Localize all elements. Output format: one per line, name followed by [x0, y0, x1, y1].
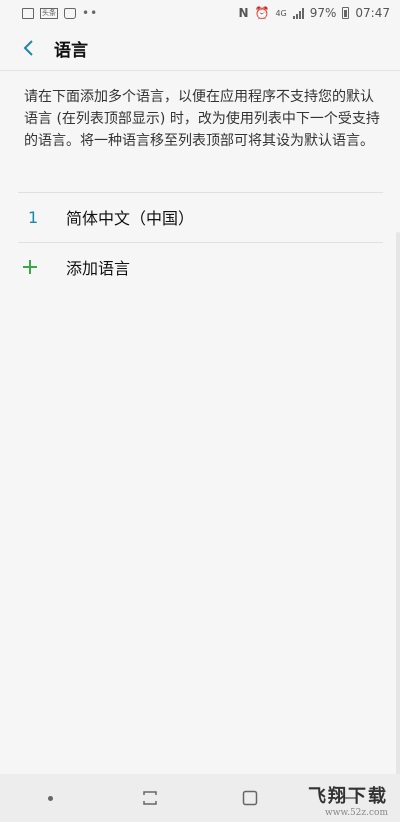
dot-icon	[47, 795, 53, 801]
nav-hide-button[interactable]	[20, 774, 80, 822]
gallery-icon	[22, 7, 34, 19]
app-bar: 语言	[0, 26, 400, 70]
header-divider	[0, 70, 400, 71]
language-order-number: 1	[28, 207, 39, 227]
watermark: 飞翔下载 www.52z.com	[308, 782, 388, 818]
watermark-main: 飞翔下载	[308, 786, 388, 807]
signal-icon	[292, 7, 304, 19]
battery-percent: 97%	[309, 6, 337, 20]
language-label: 简体中文（中国）	[66, 209, 195, 228]
watermark-url: www.52z.com	[325, 808, 388, 818]
back-button[interactable]	[8, 26, 48, 70]
plus-icon	[18, 257, 48, 277]
more-notifications-icon: ••	[82, 6, 99, 20]
scrollbar[interactable]	[396, 232, 400, 822]
page-title: 语言	[54, 40, 88, 61]
nfc-icon: N	[238, 6, 249, 20]
chevron-left-icon	[23, 40, 33, 56]
home-icon	[242, 790, 258, 806]
add-language-label: 添加语言	[66, 259, 131, 278]
recent-apps-icon	[143, 791, 157, 805]
screen: 头条 •• N ⏰ 4G 97% 07:47 语言 请在下面添加多个语言，以便在…	[0, 0, 400, 822]
description-text: 请在下面添加多个语言，以便在应用程序不支持您的默认语言 (在列表顶部显示) 时，…	[24, 89, 380, 149]
recent-apps-button[interactable]	[120, 774, 180, 822]
news-app-icon: 头条	[40, 7, 58, 19]
home-button[interactable]	[220, 774, 280, 822]
clock: 07:47	[355, 6, 390, 20]
alarm-icon: ⏰	[254, 6, 270, 20]
language-row-chinese[interactable]: 1 简体中文（中国）	[18, 192, 383, 242]
shopping-bag-icon	[64, 7, 76, 19]
add-language-button[interactable]: 添加语言	[18, 242, 383, 292]
status-bar-right: N ⏰ 4G 97% 07:47	[238, 6, 390, 20]
status-bar: 头条 •• N ⏰ 4G 97% 07:47	[0, 0, 400, 26]
status-bar-left: 头条 ••	[22, 6, 98, 20]
network-type: 4G	[275, 8, 287, 18]
battery-icon	[342, 7, 350, 19]
